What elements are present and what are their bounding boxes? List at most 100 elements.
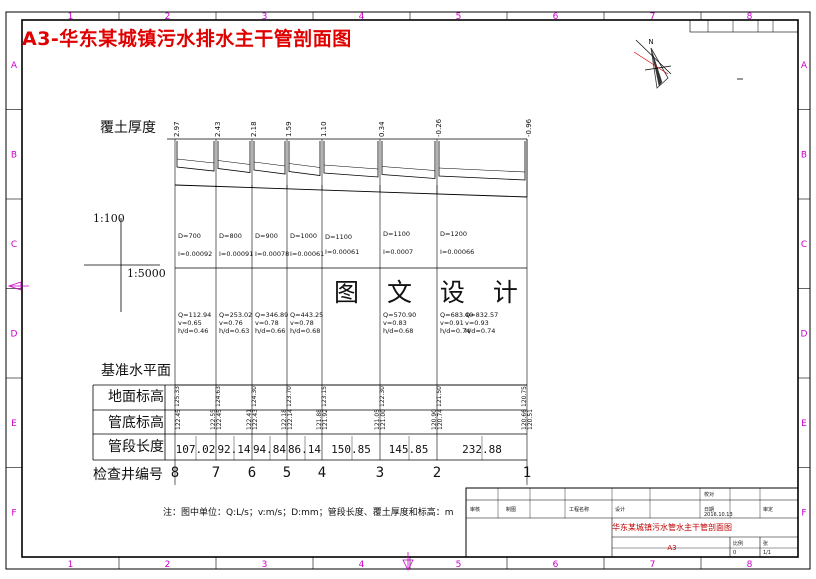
ground-elevation-value: 123.15: [321, 386, 328, 407]
segment-diameter: D=800: [219, 232, 242, 240]
segment-slope: I=0.00091: [219, 250, 253, 258]
segment-diameter: D=900: [255, 232, 278, 240]
segment-flow: Q=443.25: [290, 311, 323, 319]
frame-col-label-top: 4: [359, 12, 365, 22]
invert-elevation-lower: 121.92: [322, 409, 329, 430]
frame-row-label-left: F: [11, 508, 16, 518]
cover-depth-value: -0.26: [435, 118, 443, 137]
label-cover-depth: 覆土厚度: [100, 120, 156, 136]
segment-slope: I=0.00066: [440, 248, 474, 256]
manhole-number: 6: [248, 465, 256, 481]
manhole-number: 3: [376, 465, 384, 481]
invert-elevation-lower: 122.45: [175, 409, 182, 430]
segment-slope: I=0.0007: [383, 248, 413, 256]
cover-depth-value: 2.18: [250, 121, 258, 137]
frame-col-label-bottom: 4: [359, 560, 365, 570]
frame-row-label-left: C: [11, 240, 17, 250]
pipe-crown-line: [217, 160, 251, 165]
segment-flow: Q=570.90: [383, 311, 416, 319]
ground-elevation-value: 122.30: [379, 386, 386, 407]
title-block-revision: 0: [733, 550, 736, 556]
title-block-cell: 审核: [470, 506, 480, 513]
segment-depth-ratio: h/d=0.74: [465, 327, 495, 335]
pipe-crown-line: [438, 167, 526, 173]
pipe-segment-profile: [176, 141, 215, 172]
manhole-number: 7: [212, 465, 220, 481]
frame-col-label-bottom: 8: [747, 560, 753, 570]
pipe-crown-line: [176, 158, 215, 164]
frame-col-label-top: 5: [456, 12, 462, 22]
segment-length: 86.14: [288, 443, 321, 456]
segment-velocity: v=0.76: [219, 319, 243, 327]
invert-elevation-lower: 120.74: [437, 409, 444, 430]
segment-velocity: v=0.78: [255, 319, 279, 327]
horizontal-scale: 1:5000: [127, 267, 166, 280]
ground-elevation-value: 124.30: [251, 386, 258, 407]
invert-elevation-lower: 122.45: [216, 409, 223, 430]
frame-row-label-right: D: [801, 329, 808, 339]
pipe-crown-line: [323, 164, 379, 170]
manhole-number: 5: [283, 465, 291, 481]
frame-row-label-right: B: [801, 150, 807, 160]
frame-row-label-left: D: [11, 329, 18, 339]
pipe-segment-profile: [288, 141, 321, 176]
title-block-cell: 审定: [763, 506, 773, 513]
frame-col-label-bottom: 6: [553, 560, 559, 570]
invert-elevation-lower: 121.00: [380, 409, 387, 430]
pipe-segment-profile: [381, 141, 436, 179]
segment-velocity: v=0.91: [440, 319, 464, 327]
vertical-scale: 1:100: [93, 212, 125, 225]
title-block-sheet-label: 张: [763, 540, 768, 547]
segment-length: 232.88: [462, 443, 502, 456]
title-block-sheet-size: A3: [667, 544, 676, 552]
cover-depth-value: 1.10: [320, 121, 328, 137]
manhole-number: 8: [171, 465, 179, 481]
segment-flow: Q=253.02: [219, 311, 252, 319]
frame-row-label-left: B: [11, 150, 17, 160]
pipe-segment-profile: [253, 141, 286, 175]
frame-col-label-bottom: 7: [650, 560, 656, 570]
segment-depth-ratio: h/d=0.68: [383, 327, 413, 335]
cover-depth-value: 2.97: [173, 121, 181, 137]
segment-length: 92.14: [217, 443, 250, 456]
pipe-crown-line: [253, 161, 286, 167]
segment-diameter: D=1100: [383, 230, 410, 238]
pipe-segment-profile: [438, 141, 526, 181]
frame-row-label-right: A: [801, 61, 808, 71]
title-block-cell: 校对: [704, 491, 714, 498]
segment-slope: I=0.00092: [178, 250, 212, 258]
invert-elevation-lower: 122.43: [252, 409, 259, 430]
frame-col-label-bottom: 1: [68, 560, 74, 570]
segment-velocity: v=0.65: [178, 319, 202, 327]
ground-elevation-value: 120.75: [521, 386, 528, 407]
frame-col-label-top: 1: [68, 12, 74, 22]
segment-slope: I=0.00061: [290, 250, 324, 258]
title-block-drawing-name: 华东某城镇污水管水主干管剖面图: [612, 522, 732, 532]
frame-row-label-right: E: [801, 419, 807, 429]
label-datum: 基准水平面: [101, 363, 171, 379]
frame-row-label-right: F: [801, 508, 806, 518]
frame-col-label-bottom: 2: [165, 560, 171, 570]
frame-col-label-top: 6: [553, 12, 559, 22]
watermark-text: 图 文 设 计: [334, 278, 528, 307]
sheet-title: A3-华东某城镇污水排水主干管剖面图: [22, 28, 352, 50]
ground-line: [174, 184, 528, 198]
segment-velocity: v=0.83: [383, 319, 407, 327]
title-block-date: 2016.10.13: [704, 512, 733, 518]
label-manhole-no: 检查井编号: [93, 467, 163, 483]
frame-col-label-top: 2: [165, 12, 171, 22]
segment-diameter: D=700: [178, 232, 201, 240]
frame-col-label-top: 8: [747, 12, 753, 22]
label-invert-elevation: 管底标高: [108, 415, 164, 431]
title-block-cell: 设计: [615, 506, 625, 513]
segment-slope: I=0.00078: [255, 250, 289, 258]
title-block-cell: 制图: [506, 506, 516, 513]
segment-depth-ratio: h/d=0.66: [255, 327, 285, 335]
units-note: 注：图中单位：Q:L/s；v:m/s；D:mm；管段长度、覆土厚度和标高：m: [163, 508, 454, 518]
frame-col-label-bottom: 5: [456, 560, 462, 570]
ground-elevation-value: 124.63: [215, 386, 222, 407]
segment-depth-ratio: h/d=0.46: [178, 327, 208, 335]
segment-flow: Q=832.57: [465, 311, 498, 319]
invert-elevation-lower: 120.51: [527, 409, 534, 430]
cover-depth-value: 2.43: [214, 121, 222, 137]
